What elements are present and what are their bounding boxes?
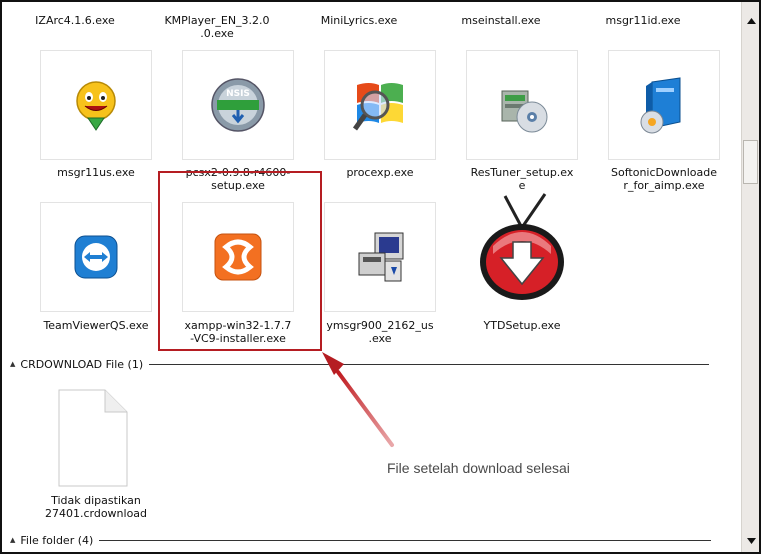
arrow-head-icon (322, 352, 344, 375)
annotation-arrow (322, 352, 394, 447)
arrow-shaft (336, 370, 394, 447)
annotation-text: File setelah download selesai (387, 460, 570, 476)
